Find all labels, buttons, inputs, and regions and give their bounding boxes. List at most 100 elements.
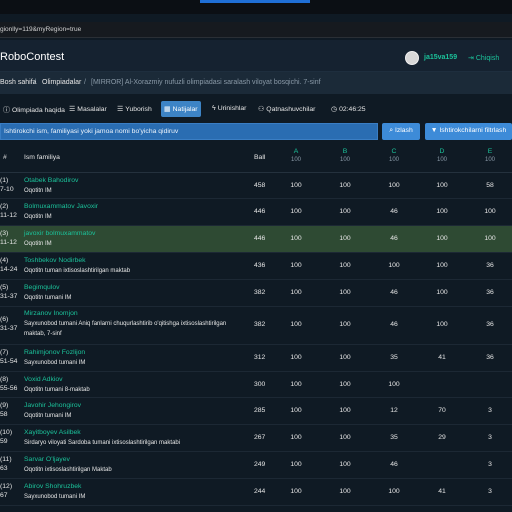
participant-name[interactable]: Abirov Shohruzbek	[24, 483, 249, 490]
task-e-cell[interactable]: 36	[475, 354, 505, 361]
task-a-cell[interactable]: 100	[281, 321, 311, 328]
task-e-cell[interactable]: 36	[475, 321, 505, 328]
task-c-cell[interactable]: 100	[379, 488, 409, 495]
task-b-cell[interactable]: 100	[330, 354, 360, 361]
task-b-cell[interactable]: 100	[330, 407, 360, 414]
task-c-cell[interactable]: 12	[379, 407, 409, 414]
participant-name[interactable]: Rahimjonov Fozlijon	[24, 349, 249, 356]
tab-masalalar[interactable]: ☰ Masalalar	[66, 101, 110, 117]
table-row[interactable]: (9) 58 Javohir Jehongirov Oqotitn tumani I…	[0, 398, 512, 425]
task-c-cell[interactable]: 35	[379, 354, 409, 361]
task-e-cell[interactable]: 36	[475, 262, 505, 269]
username-link[interactable]: ja15va159	[424, 54, 457, 61]
task-b-cell[interactable]: 100	[330, 208, 360, 215]
task-c-cell[interactable]: 46	[379, 461, 409, 468]
task-a-cell[interactable]: 100	[281, 354, 311, 361]
task-e-cell[interactable]: 36	[475, 289, 505, 296]
task-b-cell[interactable]: 100	[330, 321, 360, 328]
task-d-cell[interactable]: 41	[427, 354, 457, 361]
task-a-cell[interactable]: 100	[281, 434, 311, 441]
task-b-cell[interactable]: 100	[330, 289, 360, 296]
task-d-cell[interactable]: 41	[427, 488, 457, 495]
task-d-cell[interactable]: 100	[427, 289, 457, 296]
task-d-cell[interactable]: 100	[427, 208, 457, 215]
task-b-cell[interactable]: 100	[330, 262, 360, 269]
participant-name[interactable]: Toshbekov Nodirbek	[24, 257, 249, 264]
participant-name[interactable]: Begimqulov	[24, 284, 249, 291]
table-row[interactable]: (7) 51-54 Rahimjonov Fozlijon Sayxunobod t…	[0, 345, 512, 372]
participant-name[interactable]: javoxir bolmuxammatov	[24, 230, 249, 237]
table-row[interactable]: (10) 59 Xayitboyev Asilbek Sirdaryo viloya…	[0, 425, 512, 452]
participant-name[interactable]: Voxid Adkiov	[24, 376, 249, 383]
task-e-cell[interactable]: 3	[475, 434, 505, 441]
tab-natijalar[interactable]: ▦ Natijalar	[161, 101, 201, 117]
tab-qatnashuvchilar[interactable]: ⚇ Qatnashuvchilar	[255, 101, 318, 117]
task-b-cell[interactable]: 100	[330, 434, 360, 441]
task-a-cell[interactable]: 100	[281, 461, 311, 468]
participant-name[interactable]: Xayitboyev Asilbek	[24, 429, 249, 436]
header-task-d[interactable]: D 100	[427, 148, 457, 163]
task-c-cell[interactable]: 46	[379, 289, 409, 296]
task-c-cell[interactable]: 100	[379, 182, 409, 189]
breadcrumb-olympiads[interactable]: Olimpiadalar	[42, 79, 81, 86]
table-row[interactable]: (6) 31-37 Mirzanov Inomjon Sayxunobod tuma…	[0, 307, 512, 345]
tab-urinishlar[interactable]: ϟ Urinishlar	[209, 101, 249, 117]
task-c-cell[interactable]: 100	[379, 381, 409, 388]
task-a-cell[interactable]: 100	[281, 488, 311, 495]
task-a-cell[interactable]: 100	[281, 381, 311, 388]
task-d-cell[interactable]: 29	[427, 434, 457, 441]
task-e-cell[interactable]: 3	[475, 407, 505, 414]
site-logo[interactable]: RoboContest	[0, 51, 64, 63]
task-c-cell[interactable]: 100	[379, 262, 409, 269]
header-task-c[interactable]: C 100	[379, 148, 409, 163]
header-task-e[interactable]: E 100	[475, 148, 505, 163]
participant-name[interactable]: Otabek Bahodirov	[24, 177, 249, 184]
tab-yuborish[interactable]: ☰ Yuborish	[114, 101, 155, 117]
header-task-b[interactable]: B 100	[330, 148, 360, 163]
task-d-cell[interactable]: 100	[427, 182, 457, 189]
task-a-cell[interactable]: 100	[281, 235, 311, 242]
task-c-cell[interactable]: 46	[379, 235, 409, 242]
task-b-cell[interactable]: 100	[330, 381, 360, 388]
avatar[interactable]	[405, 51, 419, 65]
task-a-cell[interactable]: 100	[281, 289, 311, 296]
task-c-cell[interactable]: 46	[379, 208, 409, 215]
task-e-cell[interactable]: 58	[475, 182, 505, 189]
task-b-cell[interactable]: 100	[330, 182, 360, 189]
table-row[interactable]: (8) 55-56 Voxid Adkiov Oqotitn tumani 8-ma…	[0, 372, 512, 398]
table-row[interactable]: (1) 7-10 Otabek Bahodirov Oqotitn IM 458 1…	[0, 173, 512, 199]
table-row-current-user[interactable]: (3) 11-12 javoxir bolmuxammatov Oqotitn IM…	[0, 226, 512, 253]
participant-name[interactable]: Sarvar O'ljayev	[24, 456, 249, 463]
participant-name[interactable]: Mirzanov Inomjon	[24, 310, 249, 317]
table-row[interactable]: (2) 11-12 Bolmuxammatov Javoxir Oqotitn IM…	[0, 199, 512, 226]
task-e-cell[interactable]: 100	[475, 235, 505, 242]
address-bar[interactable]: gionlly=119&myRegion=true	[0, 22, 512, 38]
task-a-cell[interactable]: 100	[281, 407, 311, 414]
table-row[interactable]: (11) 63 Sarvar O'ljayev Oqotitn ixtisoslas…	[0, 452, 512, 479]
task-b-cell[interactable]: 100	[330, 461, 360, 468]
participant-name[interactable]: Javohir Jehongirov	[24, 402, 249, 409]
task-c-cell[interactable]: 46	[379, 321, 409, 328]
breadcrumb-home[interactable]: Bosh sahifa	[0, 79, 37, 86]
tab-olimpiada-haqida[interactable]: ⓘ Olimpiada haqida	[0, 101, 68, 117]
task-d-cell[interactable]: 100	[427, 262, 457, 269]
table-row[interactable]: (5) 31-37 Begimqulov Oqotitn tumani IM 382…	[0, 280, 512, 307]
table-row[interactable]: (12) 67 Abirov Shohruzbek Sayxunobod tuman…	[0, 479, 512, 506]
search-button[interactable]: ⌕ Izlash	[382, 123, 420, 140]
task-e-cell[interactable]: 3	[475, 461, 505, 468]
search-input[interactable]: Ishtirokchi ism, familiyasi yoki jamoa n…	[0, 123, 378, 140]
task-a-cell[interactable]: 100	[281, 262, 311, 269]
logout-link[interactable]: ⇥ Chiqish	[468, 54, 499, 62]
task-d-cell[interactable]: 100	[427, 321, 457, 328]
header-task-a[interactable]: A 100	[281, 148, 311, 163]
task-d-cell[interactable]: 70	[427, 407, 457, 414]
participant-name[interactable]: Bolmuxammatov Javoxir	[24, 203, 249, 210]
task-b-cell[interactable]: 100	[330, 235, 360, 242]
task-b-cell[interactable]: 100	[330, 488, 360, 495]
task-a-cell[interactable]: 100	[281, 208, 311, 215]
task-a-cell[interactable]: 100	[281, 182, 311, 189]
filter-button[interactable]: ▼ Ishtirokchilarni filtrlash	[425, 123, 512, 140]
table-row[interactable]: (4) 14-24 Toshbekov Nodirbek Oqotitn tuman…	[0, 253, 512, 280]
task-e-cell[interactable]: 3	[475, 488, 505, 495]
task-e-cell[interactable]: 100	[475, 208, 505, 215]
